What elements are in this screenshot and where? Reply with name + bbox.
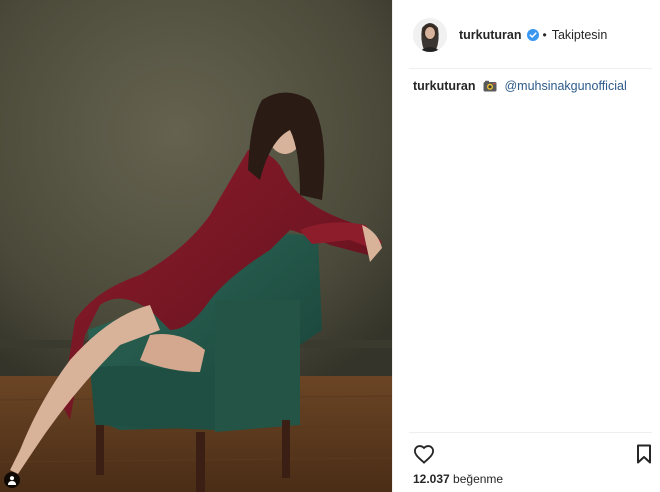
bookmark-icon[interactable]: [636, 444, 652, 464]
post-header: turkuturan • Takiptesin: [393, 0, 660, 70]
caption-mention-link[interactable]: @muhsinakgunofficial: [504, 79, 626, 93]
heart-icon[interactable]: [413, 444, 435, 464]
header-divider: [409, 68, 652, 69]
header-separator: •: [542, 28, 547, 42]
user-tag-icon[interactable]: [4, 472, 20, 488]
likes-label: beğenme: [453, 472, 504, 486]
username-link[interactable]: turkuturan: [459, 28, 522, 42]
post-side-panel: turkuturan • Takiptesin turkuturan @muhs…: [392, 0, 660, 492]
post-caption: turkuturan @muhsinakgunofficial: [413, 78, 627, 94]
avatar[interactable]: [413, 18, 447, 52]
caption-username[interactable]: turkuturan: [413, 79, 476, 93]
following-button[interactable]: Takiptesin: [552, 28, 608, 42]
likes-number: 12.037: [413, 472, 450, 486]
camera-icon: [483, 80, 497, 92]
post-image: [0, 0, 392, 492]
post-photo[interactable]: [0, 0, 392, 492]
instagram-post: turkuturan • Takiptesin turkuturan @muhs…: [0, 0, 660, 492]
verified-badge-icon: [526, 29, 539, 41]
actions-divider: [409, 432, 652, 433]
likes-count[interactable]: 12.037 beğenme: [413, 472, 503, 486]
